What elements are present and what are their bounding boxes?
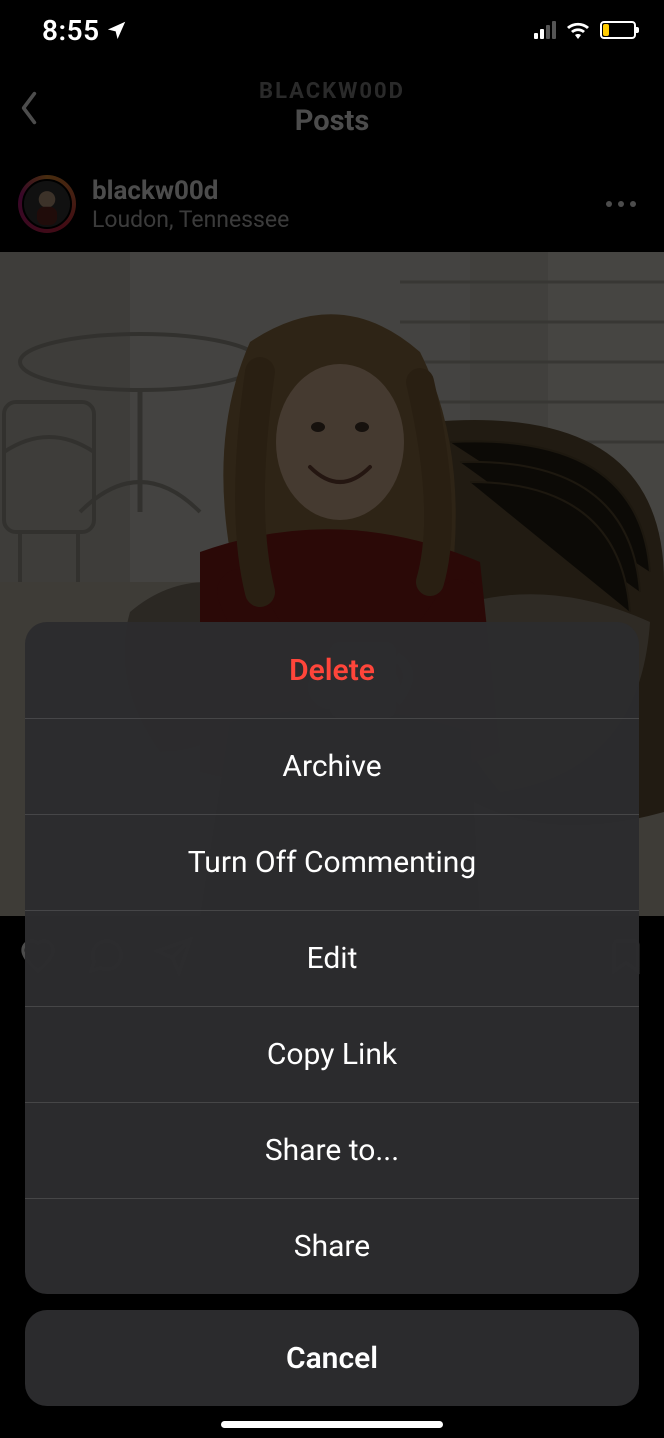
battery-level: [603, 24, 609, 36]
nav-title-group: BLACKW00D Posts: [0, 79, 664, 138]
back-chevron-icon[interactable]: [18, 90, 40, 126]
status-right: [534, 21, 636, 39]
post-username: blackw00d: [92, 176, 580, 206]
more-options-button[interactable]: [596, 191, 646, 217]
action-sheet-options: Delete Archive Turn Off Commenting Edit …: [25, 622, 639, 1294]
post-header-text[interactable]: blackw00d Loudon, Tennessee: [92, 176, 580, 233]
cellular-signal-icon: [534, 21, 556, 39]
avatar-story-ring[interactable]: [18, 175, 76, 233]
avatar: [22, 179, 72, 229]
dot-icon: [630, 201, 636, 207]
archive-option[interactable]: Archive: [25, 718, 639, 814]
dot-icon: [618, 201, 624, 207]
home-indicator[interactable]: [221, 1421, 443, 1428]
status-left: 8:55: [42, 14, 126, 47]
wifi-icon: [566, 21, 590, 39]
dot-icon: [606, 201, 612, 207]
status-time: 8:55: [42, 14, 100, 47]
nav-header: BLACKW00D Posts: [0, 60, 664, 156]
delete-option[interactable]: Delete: [25, 622, 639, 718]
edit-option[interactable]: Edit: [25, 910, 639, 1006]
location-services-icon: [108, 21, 126, 39]
battery-icon: [600, 21, 636, 39]
status-bar: 8:55: [0, 0, 664, 60]
copy-link-option[interactable]: Copy Link: [25, 1006, 639, 1102]
turn-off-commenting-option[interactable]: Turn Off Commenting: [25, 814, 639, 910]
nav-page-title: Posts: [0, 104, 664, 138]
nav-username-label: BLACKW00D: [0, 79, 664, 104]
share-option[interactable]: Share: [25, 1198, 639, 1294]
post-location: Loudon, Tennessee: [92, 206, 580, 233]
post-header: blackw00d Loudon, Tennessee: [0, 156, 664, 252]
share-to-option[interactable]: Share to...: [25, 1102, 639, 1198]
action-sheet: Delete Archive Turn Off Commenting Edit …: [0, 622, 664, 1438]
cancel-button[interactable]: Cancel: [25, 1310, 639, 1406]
